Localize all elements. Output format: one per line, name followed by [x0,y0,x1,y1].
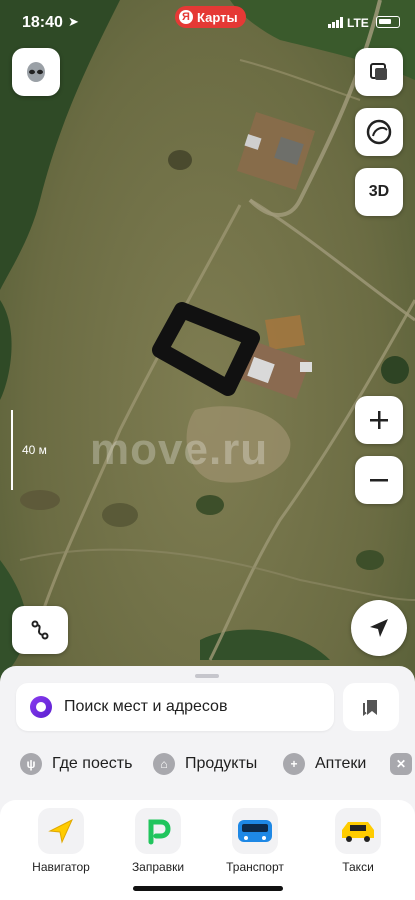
layers-icon [370,63,387,80]
navigator-arrow-icon [38,808,84,854]
app-label: Транспорт [226,860,284,874]
bookmark-icon [363,700,377,716]
location-arrow-icon: ➤ [68,14,79,29]
watermark: move.ru [90,425,269,474]
alien-avatar-icon [27,62,45,82]
zoom-in-button[interactable] [355,396,403,444]
bus-icon [232,808,278,854]
fuel-p-icon [135,808,181,854]
battery-icon [376,16,400,28]
home-indicator[interactable] [133,886,283,891]
taxi-car-icon [335,808,381,854]
zoom-out-button[interactable] [355,456,403,504]
category-label: Где поесть [52,755,133,772]
status-time: 18:40 [22,14,63,31]
more-category-icon: ✕ [390,753,412,775]
sheet-handle[interactable] [195,674,219,678]
bookmarks-button[interactable] [343,683,399,731]
plus-icon [370,411,388,429]
my-location-button[interactable] [351,600,407,656]
category-more[interactable]: ✕ [390,748,415,780]
profile-button[interactable] [12,48,60,96]
app-label: Заправки [131,860,185,874]
app-transport[interactable]: Транспорт [210,808,300,874]
category-label: Аптеки [315,755,367,772]
route-button[interactable] [12,606,68,654]
app-taxi[interactable]: Такси [313,808,403,874]
route-icon [31,620,49,640]
brand-label: Карты [197,9,238,25]
view-3d-button[interactable]: 3D [355,168,403,216]
layers-button[interactable] [355,48,403,96]
search-placeholder: Поиск мест и адресов [64,698,228,715]
category-label: Продукты [185,755,258,772]
basket-icon: ⌂ [153,753,175,775]
app-fuel[interactable]: Заправки [113,808,203,874]
category-food[interactable]: ψ Где поесть [20,748,132,780]
yandex-maps-badge: Я Карты [175,6,246,28]
app-navigator[interactable]: Навигатор [16,808,106,874]
fork-knife-icon: ψ [20,753,42,775]
satellite-mode-icon [366,119,392,145]
category-groceries[interactable]: ⌂ Продукты [153,748,257,780]
search-input[interactable]: Поиск мест и адресов [16,683,334,731]
signal-icon [328,17,343,28]
map-mode-button[interactable] [355,108,403,156]
minus-icon [370,479,388,482]
network-type: LTE [347,16,369,30]
yandex-logo-icon: Я [179,10,193,24]
app-label: Такси [342,860,374,874]
pharmacy-cross-icon: + [283,753,305,775]
scale-label: 40 м [22,443,47,457]
scale-bar [11,410,13,490]
category-pharmacy[interactable]: + Аптеки [283,748,366,780]
alice-icon[interactable] [30,696,52,718]
location-arrow-icon [370,619,388,637]
app-label: Навигатор [32,860,90,874]
